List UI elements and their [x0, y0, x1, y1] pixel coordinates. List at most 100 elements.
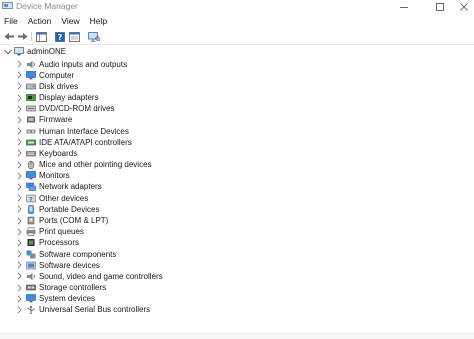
expand-chevron-icon[interactable]: [15, 60, 23, 69]
expand-chevron-icon[interactable]: [15, 104, 23, 113]
tree-node[interactable]: Human Interface Devices: [0, 126, 474, 137]
tree-node[interactable]: Processors: [0, 237, 474, 248]
tree-node[interactable]: Print queues: [0, 226, 474, 237]
expand-chevron-icon[interactable]: [15, 227, 23, 236]
expand-chevron-icon[interactable]: [15, 272, 23, 281]
horizontal-scrollbar[interactable]: [0, 334, 474, 339]
back-button[interactable]: [3, 31, 15, 42]
tree-node-label: IDE ATA/ATAPI controllers: [39, 137, 132, 147]
tree-node[interactable]: ? Other devices: [0, 193, 474, 204]
software-device-icon: [26, 261, 36, 270]
expand-chevron-icon[interactable]: [15, 160, 23, 169]
menu-action[interactable]: Action: [23, 14, 57, 28]
window-title: Device Manager: [16, 1, 78, 11]
toolbar-separator: [31, 32, 32, 41]
tree-node-label: Print queues: [39, 227, 84, 237]
tree-node[interactable]: Sound, video and game controllers: [0, 271, 474, 282]
tree-node[interactable]: Audio inputs and outputs: [0, 59, 474, 70]
unknown-device-icon: ?: [26, 194, 36, 203]
tree-node[interactable]: Mice and other pointing devices: [0, 159, 474, 170]
tree-node-label: Processors: [39, 238, 80, 248]
close-icon: [460, 2, 468, 11]
computer-root-icon: [14, 47, 24, 56]
expand-chevron-icon[interactable]: [15, 82, 23, 91]
tree-node[interactable]: Portable Devices: [0, 204, 474, 215]
system-device-icon: [26, 294, 36, 303]
tree-node[interactable]: Firmware: [0, 114, 474, 125]
scan-hardware-button[interactable]: [88, 31, 100, 42]
tree-node[interactable]: Network adapters: [0, 181, 474, 192]
help-button[interactable]: ?: [54, 31, 66, 42]
tree-node[interactable]: Software components: [0, 249, 474, 260]
properties-button[interactable]: [68, 31, 80, 42]
tree-node[interactable]: Universal Serial Bus controllers: [0, 304, 474, 315]
expand-chevron-icon[interactable]: [15, 171, 23, 180]
expand-chevron-icon[interactable]: [15, 149, 23, 158]
tree-node-label: Monitors: [39, 171, 70, 181]
menu-file[interactable]: File: [0, 14, 23, 28]
tree-node[interactable]: Monitors: [0, 170, 474, 181]
minimize-icon: [400, 6, 408, 8]
tree-node-label: Ports (COM & LPT): [39, 216, 109, 226]
display-adapter-icon: [26, 94, 36, 101]
tree-node[interactable]: Display adapters: [0, 92, 474, 103]
storage-controller-icon: [26, 284, 36, 291]
back-arrow-icon: [4, 33, 14, 40]
expand-chevron-icon[interactable]: [15, 127, 23, 136]
tree-root[interactable]: adminONE: [0, 46, 474, 58]
maximize-icon: [436, 2, 444, 11]
expand-chevron-icon[interactable]: [15, 71, 23, 80]
expand-chevron-icon[interactable]: [15, 305, 23, 314]
tree-node[interactable]: Disk drives: [0, 81, 474, 92]
tree-node-label: Firmware: [39, 115, 73, 125]
expand-chevron-icon[interactable]: [15, 182, 23, 191]
tree-node[interactable]: System devices: [0, 293, 474, 304]
tree-node-label: Keyboards: [39, 148, 78, 158]
tree-node[interactable]: DVD/CD-ROM drives: [0, 103, 474, 114]
tree-node-label: Sound, video and game controllers: [39, 271, 163, 281]
tree-node[interactable]: Storage controllers: [0, 282, 474, 293]
tree-node[interactable]: IDE ATA/ATAPI controllers: [0, 137, 474, 148]
tree-node-label: System devices: [39, 294, 96, 304]
network-icon: [26, 183, 36, 192]
expand-chevron-icon[interactable]: [15, 238, 23, 247]
device-manager-app-icon: [2, 2, 13, 9]
forward-arrow-icon: [17, 33, 27, 40]
svg-text:?: ?: [29, 195, 33, 203]
menu-help[interactable]: Help: [85, 14, 112, 28]
expand-chevron-icon[interactable]: [15, 115, 23, 124]
firmware-icon: [27, 116, 35, 123]
disk-drive-icon: [26, 83, 36, 90]
tree-node-label: Human Interface Devices: [39, 126, 129, 136]
expand-chevron-icon[interactable]: [15, 216, 23, 225]
expand-chevron-icon[interactable]: [15, 138, 23, 147]
maximize-button[interactable]: [430, 0, 450, 13]
tree-node-label: Network adapters: [39, 182, 102, 192]
tree-root-label: adminONE: [27, 47, 67, 56]
speaker-icon: [27, 60, 35, 68]
expand-chevron-icon[interactable]: [15, 93, 23, 102]
collapse-chevron-icon[interactable]: [4, 47, 12, 56]
tree-node[interactable]: Computer: [0, 70, 474, 81]
expand-chevron-icon[interactable]: [15, 194, 23, 203]
expand-chevron-icon[interactable]: [15, 261, 23, 270]
processor-icon: [27, 239, 35, 247]
svg-text:?: ?: [58, 33, 63, 42]
minimize-button[interactable]: [394, 0, 414, 13]
tree-node[interactable]: Keyboards: [0, 148, 474, 159]
expand-chevron-icon[interactable]: [15, 283, 23, 292]
printer-icon: [26, 227, 36, 236]
expand-chevron-icon[interactable]: [15, 250, 23, 259]
tree-node[interactable]: Software devices: [0, 260, 474, 271]
expand-chevron-icon[interactable]: [15, 205, 23, 214]
monitor-icon: [26, 171, 36, 180]
tree-node-label: Other devices: [39, 193, 89, 203]
show-hide-console-tree-button[interactable]: [35, 31, 47, 42]
menu-view[interactable]: View: [56, 14, 84, 28]
expand-chevron-icon[interactable]: [15, 294, 23, 303]
forward-button[interactable]: [16, 31, 28, 42]
menu-bar: File Action View Help: [0, 14, 474, 28]
tree-node[interactable]: Ports (COM & LPT): [0, 215, 474, 226]
close-button[interactable]: [454, 0, 474, 13]
monitor-icon: [26, 70, 36, 80]
